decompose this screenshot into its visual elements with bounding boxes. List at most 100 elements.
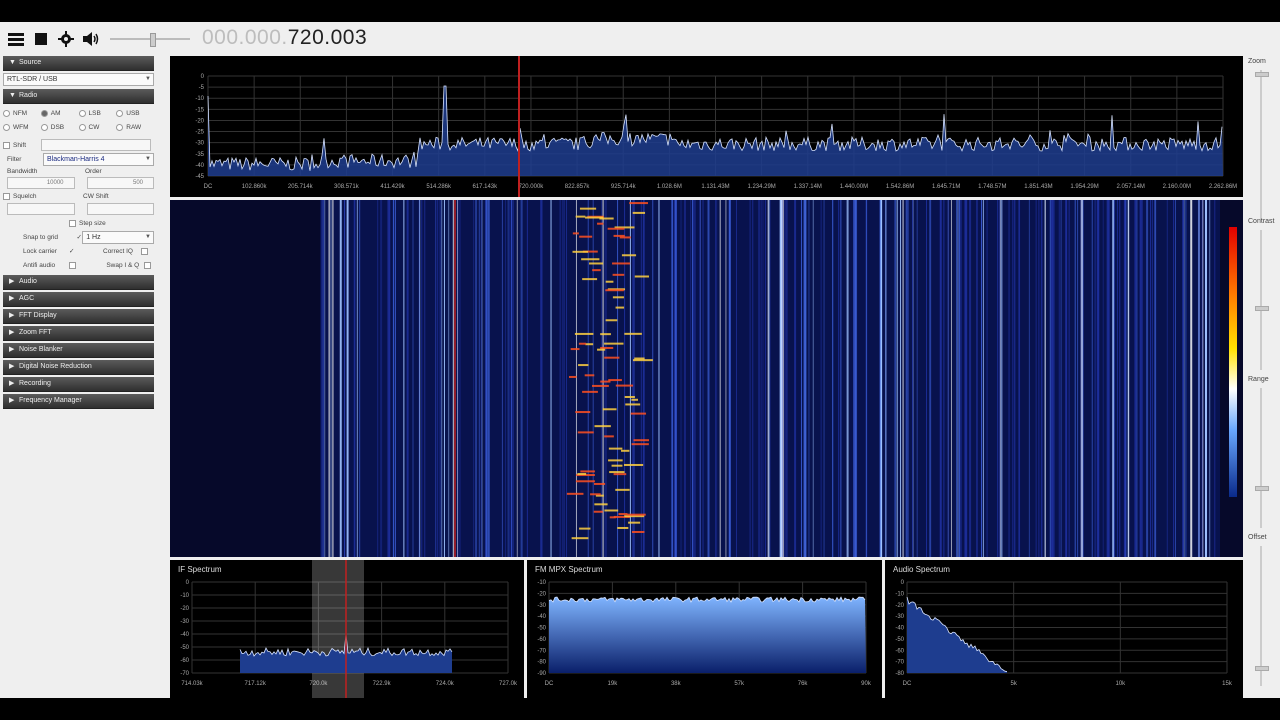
mode-nfm-radio[interactable]: NFM [3,109,41,117]
waterfall-streak [501,200,503,557]
waterfall-streak [674,200,677,557]
waterfall-streak [728,200,731,557]
audio-spectrum-canvas[interactable]: 0 -10 -20 -30 -40 -50 -60 -70 -80 DC 5k 10k 15k [885,560,1243,698]
waterfall-hotspot [618,513,628,516]
waterfall-hotspot [630,412,647,415]
waterfall-streak [505,200,507,557]
source-device-select[interactable]: RTL-SDR / USB ▼ [3,73,154,86]
section-radio-header[interactable]: ▼ Radio [3,89,154,104]
volume-slider[interactable] [110,33,190,47]
offset-slider[interactable] [1255,546,1269,686]
section-zoom-fft-header[interactable]: ▶ Zoom FFT [3,326,154,341]
waterfall-streak [1155,200,1157,557]
cw-shift-spinbox[interactable] [86,203,154,215]
squelch-checkbox[interactable] [3,192,10,200]
section-fft-display-header[interactable]: ▶ FFT Display [3,309,154,324]
waterfall-streak [403,200,405,557]
lock-carrier-check-icon[interactable]: ✓ [69,247,103,255]
correct-iq-checkbox[interactable] [141,247,148,255]
mode-dsb-radio[interactable]: DSB [40,123,79,131]
mode-cw-radio[interactable]: CW [78,123,117,131]
filter-passband [312,560,364,698]
range-slider-knob[interactable] [1255,486,1269,491]
source-device-value: RTL-SDR / USB [7,76,58,83]
waterfall-streak [330,200,332,557]
spectrum-canvas[interactable]: 0 -5 -10 -15 -20 -25 -30 -35 -40 -45DC 102.860k 205… [170,56,1243,197]
section-agc-header[interactable]: ▶ AGC [3,292,154,307]
if-spectrum-canvas[interactable]: 0-10-20-30-40-50-60-70714.03k 717.12k 720.… [170,560,524,698]
amp-audio-row: Antifi audio Swap I & Q [3,258,154,272]
waterfall-hotspot [615,306,625,309]
mode-usb-radio[interactable]: USB [116,109,154,117]
waterfall-hotspot [604,435,614,438]
if-spectrum-panel[interactable]: IF Spectrum 0 -10 -20 -30 -40 -50 -60 -70 714.03… [170,560,524,698]
section-digital-noise-reduction-header[interactable]: ▶ Digital Noise Reduction [3,360,154,375]
mode-am-radio[interactable]: AM [40,109,79,117]
waterfall-streak [699,200,701,557]
offset-label: Offset [1248,534,1267,541]
gear-icon[interactable] [57,30,75,48]
shift-checkbox[interactable] [3,141,10,149]
zoom-slider-knob[interactable] [1255,72,1269,77]
mode-raw-radio[interactable]: RAW [116,123,154,131]
waterfall-canvas[interactable] [170,200,1243,557]
chevron-right-icon: ▶ [9,363,15,370]
bandwidth-spinbox[interactable]: 10000 [7,177,75,189]
frequency-display[interactable]: 000.000.720.003 [202,26,367,50]
y-tick-label: -30 [195,141,204,147]
volume-slider-knob[interactable] [150,33,156,47]
waterfall-streak [332,200,334,557]
waterfall-streak [879,200,881,557]
frequency-digits-dim[interactable]: 000.000. [202,26,288,49]
step-size-checkbox[interactable] [69,219,76,227]
waterfall-hotspot [604,356,620,359]
contrast-slider[interactable] [1255,230,1269,370]
swap-iq-checkbox[interactable] [144,261,151,269]
section-frequency-manager-header[interactable]: ▶ Frequency Manager [3,394,154,409]
waterfall-hotspot [579,235,593,238]
waterfall-streak [1053,200,1055,557]
waterfall-streak [960,200,962,557]
waterfall-hotspot [605,280,614,283]
frequency-digits[interactable]: 720.003 [288,26,367,49]
filter-select[interactable]: Blackman-Harris 4 ▼ [43,152,154,166]
waterfall-display[interactable] [170,200,1243,557]
waterfall-streak [1202,200,1204,557]
antifi-audio-checkbox[interactable] [68,261,76,269]
waterfall-hotspot [593,510,603,513]
speaker-icon[interactable] [82,30,100,48]
section-noise-blanker-header[interactable]: ▶ Noise Blanker [3,343,154,358]
section-source-header[interactable]: ▼ Source [3,56,154,71]
step-size-select[interactable]: 1 Hz ▼ [82,230,154,244]
waterfall-streak [443,200,445,557]
waterfall-streak [855,200,858,557]
x-tick-label: 1.234.29M [747,184,775,190]
section-recording-header[interactable]: ▶ Recording [3,377,154,392]
waterfall-streak [1209,200,1211,557]
filter-label: Filter [7,155,22,163]
contrast-slider-knob[interactable] [1255,306,1269,311]
stop-icon[interactable] [32,30,50,48]
audio-spectrum-panel[interactable]: Audio Spectrum 0 -10 -20 -30 -40 -50 -60 -70 -80… [885,560,1243,698]
zoom-slider[interactable] [1255,70,1269,220]
waterfall-hotspot [579,207,597,210]
waterfall-hotspot [631,443,649,446]
waterfall-hotspot [578,342,587,345]
waterfall-streak [694,200,696,557]
mode-lsb-radio[interactable]: LSB [78,109,117,117]
fft-spectrum-plot[interactable]: 0 -5 -10 -15 -20 -25 -30 -35 -40 -45 DC 102.860k 205… [170,56,1243,197]
fm-mpx-spectrum-canvas[interactable]: -10 -20 -30 -40 -50 -60 -70 -80 -90 DC 19k 38k 57k 76… [527,560,882,698]
offset-slider-knob[interactable] [1255,666,1269,671]
mode-wfm-radio[interactable]: WFM [3,123,41,131]
range-slider[interactable] [1255,388,1269,528]
fm-mpx-spectrum-panel[interactable]: FM MPX Spectrum -10 -20 -30 -40 -50 -60 -70 -80… [527,560,882,698]
waterfall-hotspot [629,202,648,205]
waterfall-streak [412,200,414,557]
waterfall-hotspot [584,374,595,377]
shift-spinbox[interactable] [41,139,151,151]
section-audio-header[interactable]: ▶ Audio [3,275,154,290]
squelch-spinbox[interactable] [7,203,75,215]
order-spinbox[interactable]: 500 [86,177,154,189]
waterfall-streak [658,200,660,557]
menu-icon[interactable] [7,30,25,48]
